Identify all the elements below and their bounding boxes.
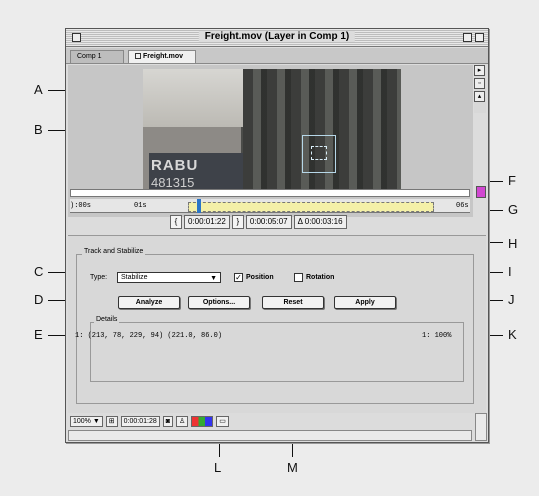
timecode-bar: { 0:00:01:22 } 0:00:05:07 Δ 0:00:03:16 — [170, 215, 347, 229]
window-titlebar[interactable]: Freight.mov (Layer in Comp 1) — [66, 29, 488, 47]
callout-d: D — [34, 292, 44, 307]
scroll-up-arrow-icon[interactable]: ▴ — [474, 91, 485, 102]
frame-text-2: 481315 — [151, 175, 195, 190]
group-title: Track and Stabilize — [82, 248, 146, 255]
frame-text-1: RABU — [151, 157, 199, 174]
dropdown-arrow-icon: ▼ — [210, 275, 217, 282]
options-button[interactable]: Options... — [188, 296, 250, 309]
rotation-label: Rotation — [306, 274, 335, 281]
tab-bar: Comp 1 Freight.mov — [66, 48, 488, 64]
callout-f: F — [508, 173, 516, 188]
magnification-select[interactable]: 100% ▼ — [70, 416, 103, 427]
duration-timecode: Δ 0:00:03:16 — [293, 215, 347, 229]
set-in-point-icon[interactable]: { — [170, 215, 182, 229]
ruler-tick: 01s — [134, 202, 147, 210]
window-title: Freight.mov (Layer in Comp 1) — [198, 31, 356, 42]
type-label: Type: — [90, 274, 108, 281]
viewer-side-buttons: ▸ ▫ ▴ — [474, 65, 486, 113]
type-select-value: Stabilize — [121, 274, 148, 281]
set-out-point-icon[interactable]: } — [231, 215, 244, 229]
apply-button[interactable]: Apply — [334, 296, 396, 309]
tab-comp-1[interactable]: Comp 1 — [70, 50, 124, 63]
vertical-scrollbar[interactable] — [475, 413, 487, 441]
work-area-bar[interactable] — [70, 189, 470, 197]
magnification-value: 100% — [73, 418, 91, 425]
horizontal-scrollbar[interactable] — [68, 430, 472, 441]
callout-m: M — [287, 460, 298, 475]
analyze-button[interactable]: Analyze — [118, 296, 180, 309]
in-point-timecode[interactable]: 0:00:01:22 — [184, 215, 230, 229]
rotation-checkbox[interactable] — [294, 273, 303, 282]
type-select[interactable]: Stabilize ▼ — [117, 272, 221, 283]
callout-l: L — [214, 460, 222, 475]
details-title: Details — [94, 316, 120, 323]
comp-marker-icon[interactable] — [476, 186, 486, 198]
current-time-indicator[interactable] — [197, 199, 201, 213]
close-box-icon[interactable] — [72, 33, 81, 42]
out-point-timecode[interactable]: 0:00:05:07 — [245, 215, 292, 229]
details-confidence: 1: 100% — [422, 332, 452, 340]
callout-i: I — [508, 264, 512, 279]
tab-label: Comp 1 — [77, 53, 102, 60]
collapse-box-icon[interactable] — [475, 33, 484, 42]
tab-label: Freight.mov — [143, 53, 184, 60]
ruler-tick: 06s — [456, 202, 469, 210]
callout-a: A — [34, 82, 43, 97]
reset-button[interactable]: Reset — [262, 296, 324, 309]
callout-e: E — [34, 327, 43, 342]
frame-container-side — [243, 69, 401, 193]
layer-icon — [135, 53, 141, 60]
in-out-range[interactable] — [188, 202, 434, 212]
safe-zones-icon[interactable]: ⊞ — [105, 416, 118, 427]
zoom-box-icon[interactable] — [463, 33, 472, 42]
position-label: Position — [246, 274, 274, 281]
channels-icon[interactable] — [191, 416, 214, 427]
callout-h: H — [508, 236, 518, 251]
ruler-tick: ):00s — [70, 202, 92, 210]
panel-options-icon[interactable]: ▫ — [474, 78, 485, 89]
current-time[interactable]: 0:00:01:28 — [120, 416, 160, 427]
layer-window: Freight.mov (Layer in Comp 1) Comp 1 Fre… — [65, 28, 489, 443]
callout-j: J — [508, 292, 515, 307]
callout-c: C — [34, 264, 44, 279]
footage-frame: RABU 481315 — [143, 69, 401, 193]
position-checkbox[interactable]: ✓ — [234, 273, 243, 282]
details-track-point: 1: (213, 78, 229, 94) (221.0, 86.0) — [75, 332, 223, 340]
tab-freight-mov[interactable]: Freight.mov — [128, 50, 196, 63]
snapshot-icon[interactable]: ◙ — [162, 416, 173, 427]
viewer-status-bar: 100% ▼ ⊞ 0:00:01:28 ◙ ♙ ▭ — [68, 415, 486, 428]
track-point-feature-region[interactable] — [311, 146, 327, 160]
callout-k: K — [508, 327, 517, 342]
tracker-panel: Track and Stabilize Type: Stabilize ▼ ✓ … — [68, 235, 486, 413]
callout-b: B — [34, 122, 43, 137]
frame-wall — [143, 69, 243, 127]
details-box — [90, 322, 464, 382]
panel-menu-arrow-icon[interactable]: ▸ — [474, 65, 485, 76]
callout-g: G — [508, 202, 519, 217]
show-snapshot-icon[interactable]: ♙ — [175, 416, 189, 427]
view-options-icon[interactable]: ▭ — [216, 416, 229, 427]
